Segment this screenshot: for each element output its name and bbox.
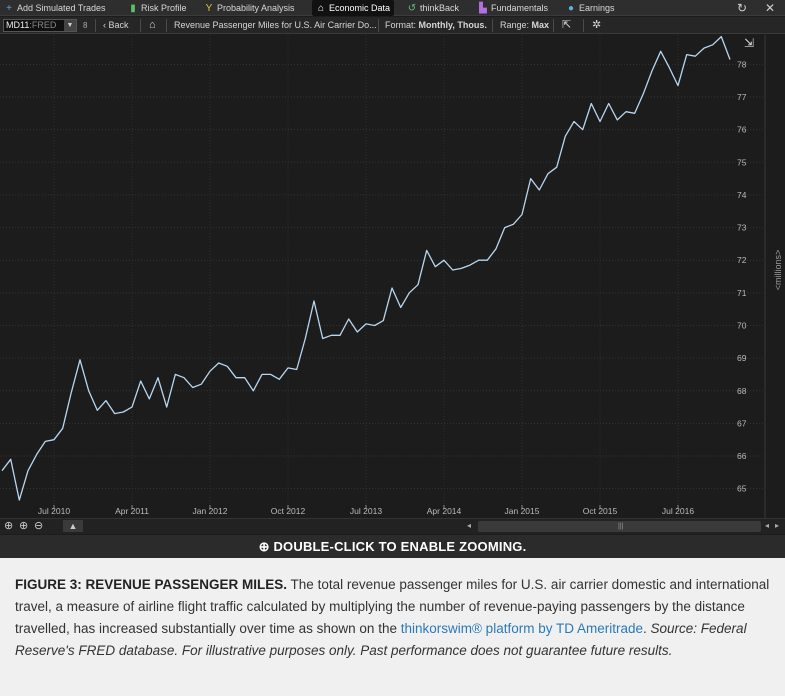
magnifier-icon: ⊕ [258, 539, 274, 554]
y-tick-label: 68 [737, 386, 747, 396]
x-tick-label: Oct 2015 [583, 506, 618, 516]
chart-background [0, 35, 785, 520]
tab-probability-analysis[interactable]: Y Probability Analysis [204, 0, 295, 16]
gear-icon[interactable]: ✲ [592, 17, 601, 34]
range-selector[interactable]: Range: Max [500, 17, 549, 34]
symbol-input[interactable]: MD11:FRED ▼ [3, 19, 77, 32]
back-button[interactable]: ‹ Back [103, 17, 129, 34]
format-selector[interactable]: Format: Monthly, Thous. [385, 17, 487, 34]
x-tick-label: Jan 2012 [193, 506, 228, 516]
thinkorswim-window: + Add Simulated Trades ▮ Risk Profile Y Pro… [0, 0, 785, 558]
zoom-out-icon[interactable]: ⊖ [34, 520, 43, 533]
zoom-banner[interactable]: ⊕ DOUBLE-CLICK TO ENABLE ZOOMING. [0, 535, 785, 558]
chart-toolbar: MD11:FRED ▼ 8 ‹ Back ⌂ Revenue Passenger… [0, 17, 785, 34]
bar-chart-icon: ▙ [479, 3, 487, 14]
rewind-icon: ↺ [407, 3, 417, 14]
y-tick-label: 78 [737, 59, 747, 69]
divider [378, 19, 379, 32]
close-icon[interactable]: ✕ [765, 0, 775, 16]
scroll-left-icon[interactable]: ◂ [467, 521, 471, 530]
crosshair-icon[interactable]: ⊕ [4, 520, 13, 533]
y-axis-unit-label: <millions> [773, 250, 783, 291]
tab-fundamentals[interactable]: ▙ Fundamentals [478, 0, 548, 16]
top-tab-bar: + Add Simulated Trades ▮ Risk Profile Y Pro… [0, 0, 785, 16]
chart-area[interactable]: 65 66 67 68 69 70 71 72 73 74 75 76 77 78 Jul 2010 Apr… [0, 35, 785, 520]
y-tick-label: 67 [737, 418, 747, 428]
caption-lead: FIGURE 3: REVENUE PASSENGER MILES. [15, 577, 288, 592]
y-tick-label: 69 [737, 353, 747, 363]
scroll-grip-icon[interactable]: ||| [618, 523, 623, 530]
y-tick-label: 72 [737, 255, 747, 265]
scroll-left-icon[interactable]: ◂ [765, 521, 769, 530]
x-tick-label: Jan 2015 [505, 506, 540, 516]
plus-icon: + [6, 3, 12, 14]
divider [166, 19, 167, 32]
figure-caption: FIGURE 3: REVENUE PASSENGER MILES. The t… [0, 558, 785, 696]
y-tick-label: 66 [737, 451, 747, 461]
tab-add-simulated-trades[interactable]: + Add Simulated Trades [4, 0, 105, 16]
refresh-icon[interactable]: ↻ [737, 0, 747, 16]
link-icon[interactable]: 8 [83, 17, 87, 34]
x-tick-label: Apr 2014 [427, 506, 462, 516]
risk-profile-icon: ▮ [130, 3, 136, 14]
y-tick-label: 76 [737, 125, 747, 135]
expand-panel-icon[interactable]: ▲ [63, 520, 83, 532]
y-tick-label: 75 [737, 157, 747, 167]
y-tick-label: 65 [737, 484, 747, 494]
y-tick-label: 77 [737, 92, 747, 102]
tab-thinkback[interactable]: ↺ thinkBack [407, 0, 459, 16]
tab-economic-data[interactable]: ⌂ Economic Data [312, 0, 395, 16]
chevron-down-icon[interactable]: ▼ [64, 20, 76, 31]
chart-bottom-bar: ⊕ ⊕ ⊖ ▲ ◂ ||| ◂ ▸ [0, 518, 785, 534]
caption-link[interactable]: thinkorswim® platform by TD Ameritrade [401, 621, 643, 636]
x-tick-label: Apr 2011 [115, 506, 149, 516]
x-tick-label: Jul 2013 [350, 506, 382, 516]
divider [553, 19, 554, 32]
x-tick-label: Jul 2016 [662, 506, 694, 516]
lightbulb-icon: ● [567, 3, 575, 14]
divider [583, 19, 584, 32]
home-icon[interactable]: ⌂ [149, 17, 156, 34]
divider [95, 19, 96, 32]
tab-earnings[interactable]: ● Earnings [566, 0, 615, 16]
bank-icon: ⌂ [317, 3, 325, 14]
scroll-right-icon[interactable]: ▸ [775, 521, 779, 530]
line-chart[interactable]: 65 66 67 68 69 70 71 72 73 74 75 76 77 78 Jul 2010 Apr… [0, 35, 785, 520]
axis-scale-icon[interactable]: ⇲ [744, 36, 754, 50]
y-tick-label: 71 [737, 288, 747, 298]
share-icon[interactable]: ⇱ [562, 17, 571, 34]
zoom-in-icon[interactable]: ⊕ [19, 520, 28, 533]
x-tick-label: Oct 2012 [271, 506, 306, 516]
probability-icon: Y [205, 3, 213, 14]
x-tick-label: Jul 2010 [38, 506, 70, 516]
caption-period: . [643, 621, 651, 636]
series-title[interactable]: Revenue Passenger Miles for U.S. Air Car… [174, 17, 377, 34]
divider [492, 19, 493, 32]
y-tick-label: 74 [737, 190, 747, 200]
y-tick-label: 70 [737, 320, 747, 330]
tab-risk-profile[interactable]: ▮ Risk Profile [128, 0, 186, 16]
divider [140, 19, 141, 32]
y-tick-label: 73 [737, 223, 747, 233]
